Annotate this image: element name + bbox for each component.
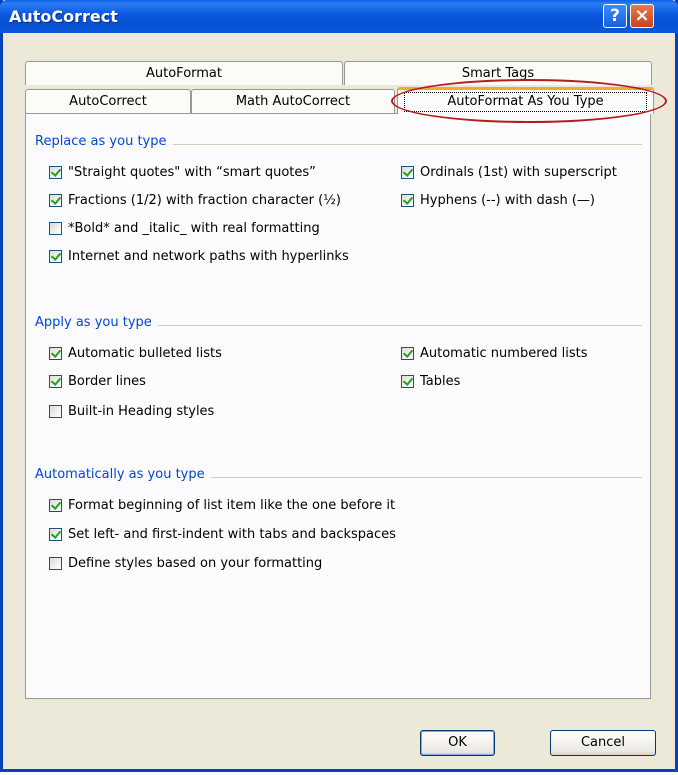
tab-autoformat[interactable]: AutoFormat	[25, 61, 343, 85]
tab-math-autocorrect[interactable]: Math AutoCorrect	[191, 89, 395, 113]
group-label-apply: Apply as you type	[35, 315, 158, 330]
checkbox-row-numbered-lists[interactable]: Automatic numbered lists	[401, 346, 588, 361]
checkbox[interactable]	[401, 375, 414, 388]
checkbox-label: Automatic bulleted lists	[68, 346, 222, 361]
checkbox-label: "Straight quotes" with “smart quotes”	[68, 165, 316, 180]
checkbox[interactable]	[401, 166, 414, 179]
title-bar[interactable]: AutoCorrect ? ×	[0, 0, 678, 33]
checkbox-label: *Bold* and _italic_ with real formatting	[68, 221, 320, 236]
checkbox-label: Set left- and first-indent with tabs and…	[68, 527, 396, 542]
checkbox[interactable]	[49, 222, 62, 235]
checkbox[interactable]	[49, 499, 62, 512]
close-button[interactable]: ×	[630, 4, 654, 28]
checkbox-label: Ordinals (1st) with superscript	[420, 165, 617, 180]
checkbox-row-define-styles[interactable]: Define styles based on your formatting	[49, 556, 322, 571]
checkbox[interactable]	[49, 166, 62, 179]
checkbox-label: Format beginning of list item like the o…	[68, 498, 396, 513]
checkbox-row-border-lines[interactable]: Border lines	[49, 374, 146, 389]
checkbox[interactable]	[49, 194, 62, 207]
checkbox-row-hyperlinks[interactable]: Internet and network paths with hyperlin…	[49, 249, 349, 264]
ok-button[interactable]: OK	[420, 730, 495, 756]
highlight-ellipse	[391, 79, 667, 123]
cancel-button[interactable]: Cancel	[550, 730, 656, 756]
checkbox[interactable]	[49, 557, 62, 570]
checkbox-label: Fractions (1/2) with fraction character …	[68, 193, 341, 208]
checkbox-row-tables[interactable]: Tables	[401, 374, 460, 389]
checkbox-row-format-list-item[interactable]: Format beginning of list item like the o…	[49, 498, 395, 513]
checkbox[interactable]	[49, 250, 62, 263]
checkbox-row-bulleted-lists[interactable]: Automatic bulleted lists	[49, 346, 222, 361]
checkbox-row-straight-quotes[interactable]: "Straight quotes" with “smart quotes”	[49, 165, 316, 180]
checkbox-row-indent[interactable]: Set left- and first-indent with tabs and…	[49, 527, 396, 542]
checkbox-label: Automatic numbered lists	[420, 346, 588, 361]
checkbox-row-bold-italic[interactable]: *Bold* and _italic_ with real formatting	[49, 221, 320, 236]
checkbox[interactable]	[49, 347, 62, 360]
checkbox-row-heading-styles[interactable]: Built-in Heading styles	[49, 404, 214, 419]
checkbox-row-hyphens[interactable]: Hyphens (--) with dash (—)	[401, 193, 595, 208]
checkbox[interactable]	[49, 405, 62, 418]
dialog-title: AutoCorrect	[9, 7, 118, 26]
checkbox-row-ordinals[interactable]: Ordinals (1st) with superscript	[401, 165, 617, 180]
checkbox-label: Built-in Heading styles	[68, 404, 215, 419]
checkbox-label: Hyphens (--) with dash (—)	[420, 193, 595, 208]
checkbox[interactable]	[49, 375, 62, 388]
checkbox[interactable]	[401, 347, 414, 360]
checkbox-label: Border lines	[68, 374, 146, 389]
checkbox-label: Internet and network paths with hyperlin…	[68, 249, 349, 264]
checkbox[interactable]	[401, 194, 414, 207]
checkbox-label: Define styles based on your formatting	[68, 556, 323, 571]
help-button[interactable]: ?	[603, 4, 627, 28]
tab-autocorrect[interactable]: AutoCorrect	[25, 89, 191, 113]
checkbox[interactable]	[49, 528, 62, 541]
tab-panel: Replace as you type "Straight quotes" wi…	[25, 113, 651, 699]
group-label-automatically: Automatically as you type	[35, 467, 211, 482]
checkbox-label: Tables	[420, 374, 461, 389]
checkbox-row-fractions[interactable]: Fractions (1/2) with fraction character …	[49, 193, 341, 208]
group-label-replace: Replace as you type	[35, 134, 173, 149]
